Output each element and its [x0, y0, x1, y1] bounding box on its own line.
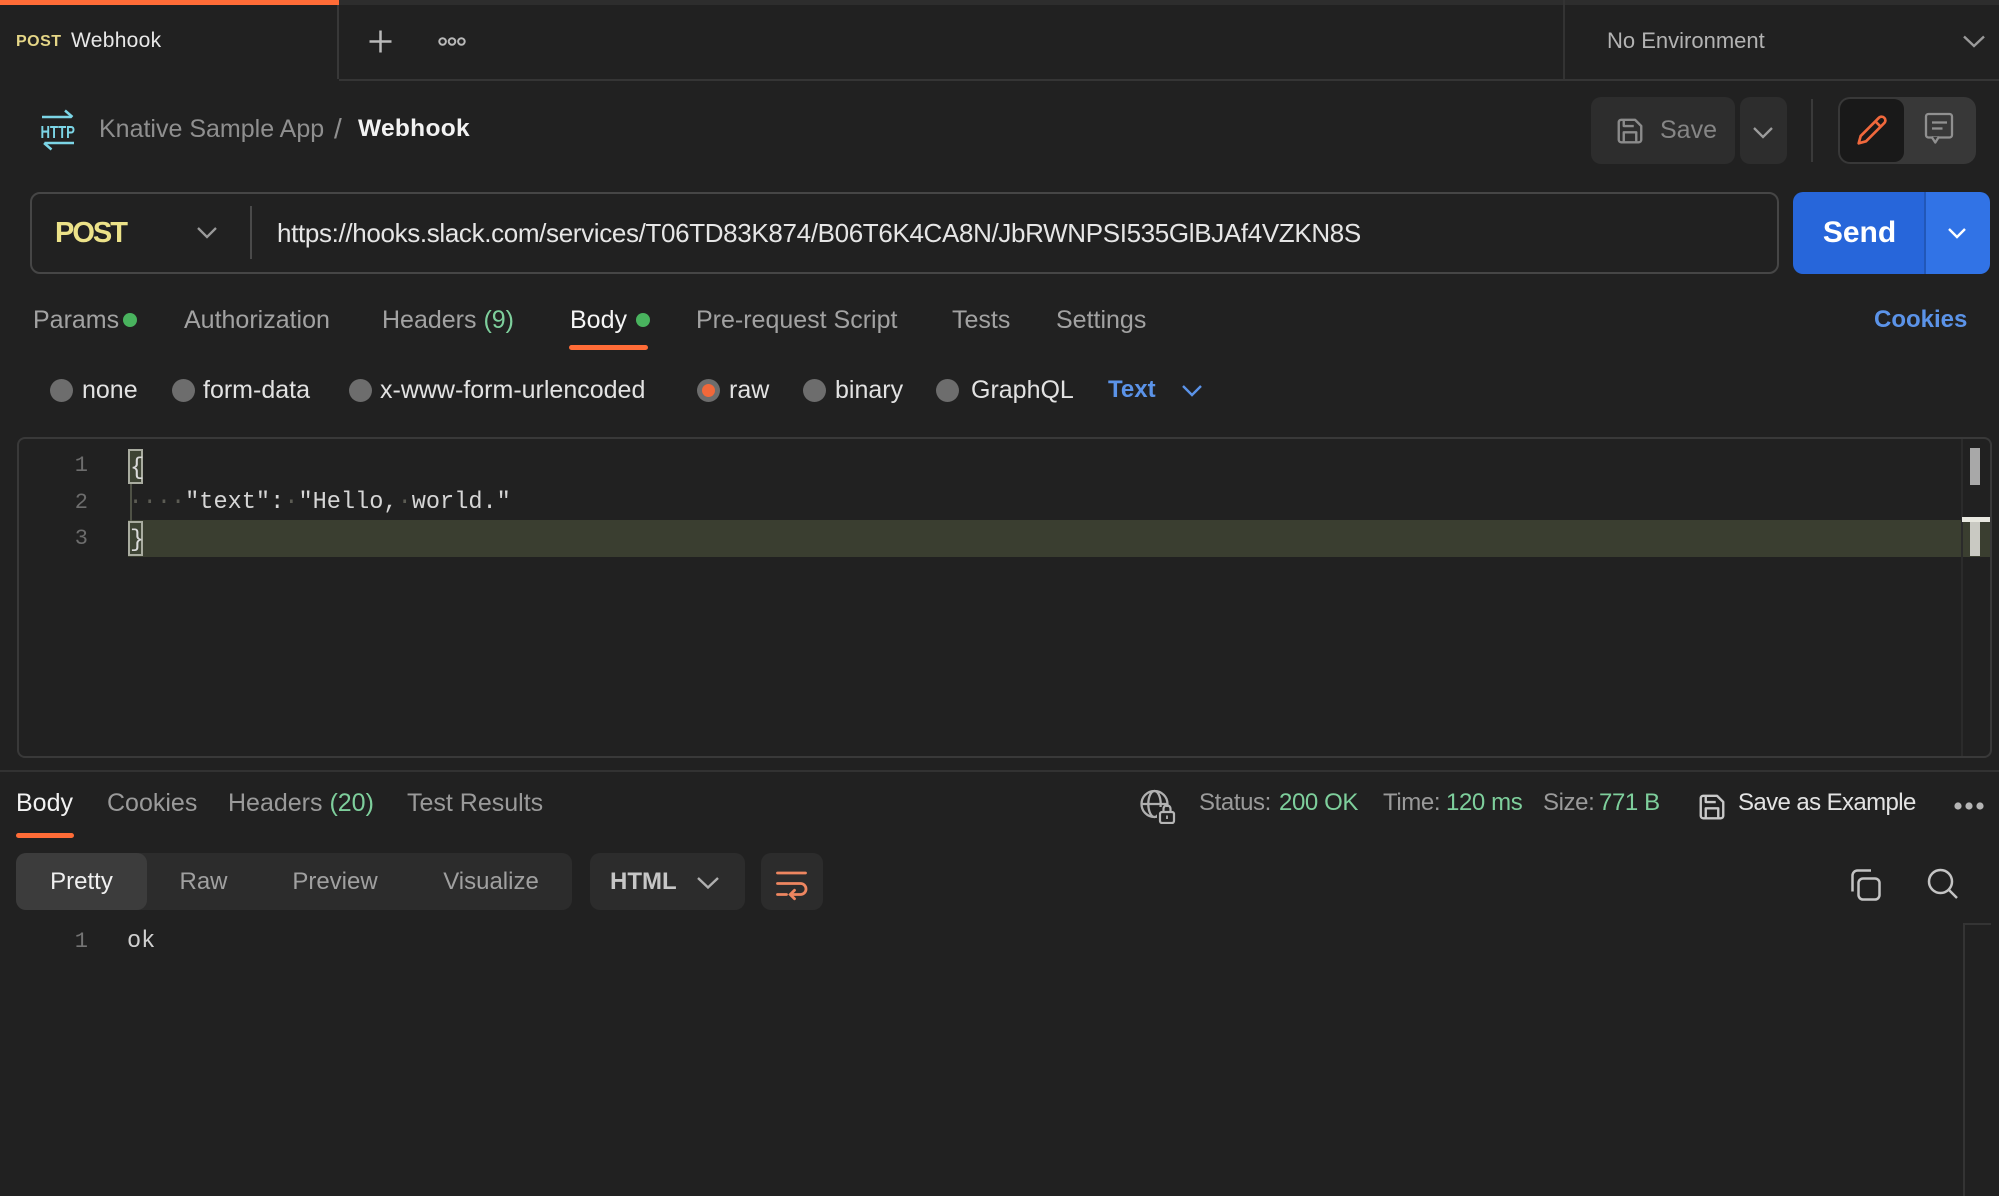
svg-text:HTTP: HTTP: [41, 122, 76, 142]
